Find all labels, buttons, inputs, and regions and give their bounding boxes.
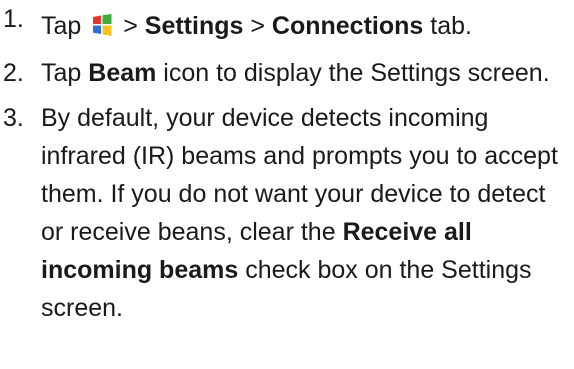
step-text: > [116,12,145,40]
step-text: tab. [423,12,472,40]
step-text: Tap [41,12,89,40]
step-text: > [243,12,272,40]
step-2: 2. Tap Beam icon to display the Settings… [0,54,574,92]
step-text: Tap [41,59,89,87]
step-number: 2. [3,59,24,87]
step-text: By default, your device detects incoming… [41,104,558,246]
windows-start-icon [90,13,114,37]
settings-term: Settings [144,12,244,40]
step-number: 3. [3,104,24,132]
step-1: 1. Tap > Settings > Connections tab. [0,0,574,45]
instruction-steps: 1. Tap > Settings > Connections tab. 2. … [0,0,574,327]
beam-term: Beam [88,59,157,87]
connections-term: Connections [271,12,424,40]
step-text: icon to display the Settings screen. [156,59,550,87]
step-number: 1. [3,5,24,33]
step-3: 3. By default, your device detects incom… [0,99,574,327]
